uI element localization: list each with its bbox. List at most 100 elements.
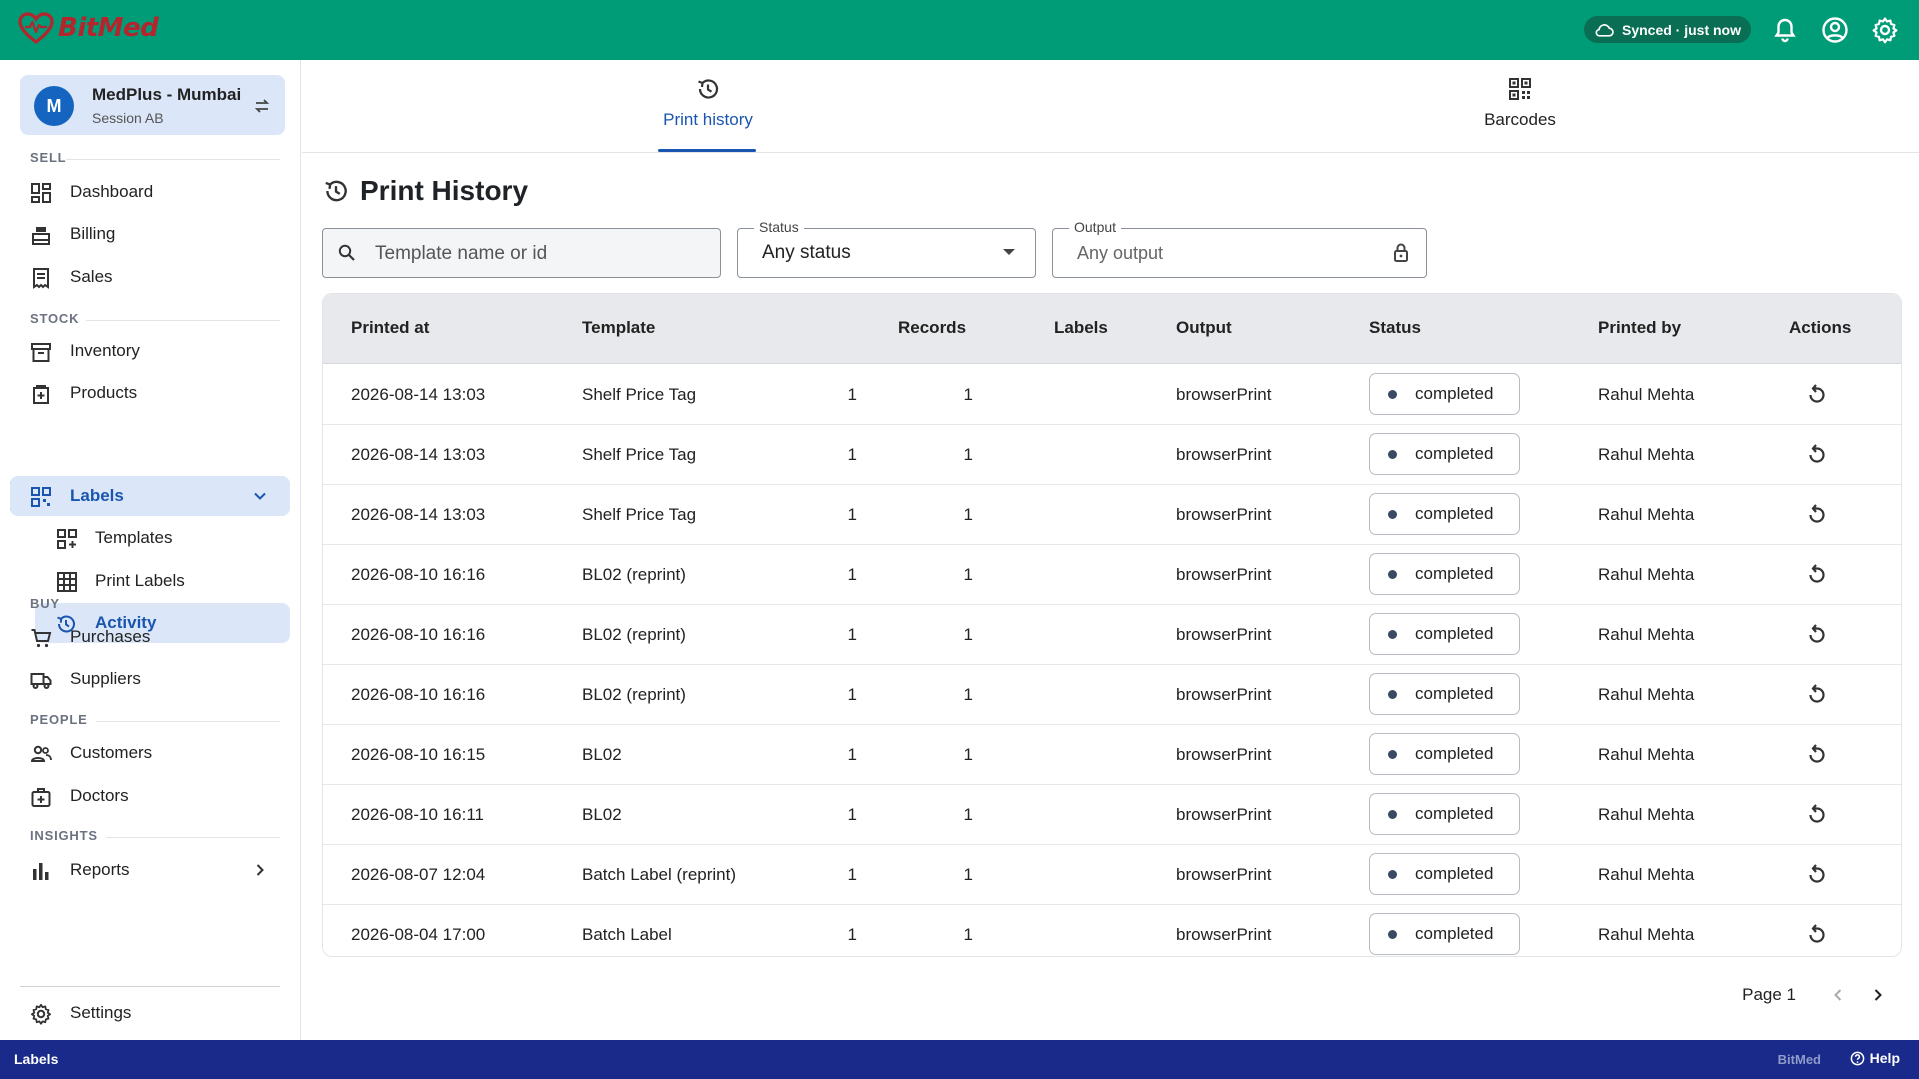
table-grid-icon — [57, 572, 77, 592]
section-divider — [86, 320, 280, 321]
sidebar-item-products[interactable]: Products — [10, 373, 290, 413]
reprint-button[interactable] — [1802, 499, 1832, 529]
column-header-printed-at[interactable]: Printed at — [351, 318, 429, 338]
cell-printed-at: 2026-08-10 16:15 — [351, 745, 486, 764]
cell-output: browserPrint — [1176, 685, 1272, 704]
sidebar-item-labels[interactable]: Labels — [10, 476, 290, 516]
bell-icon — [1774, 18, 1796, 43]
status-chip-label: completed — [1415, 624, 1494, 643]
reprint-button[interactable] — [1802, 859, 1832, 889]
settings-button[interactable] — [1870, 15, 1900, 45]
status-chip-label: completed — [1415, 564, 1494, 583]
app-logo[interactable]: BitMed — [18, 12, 159, 44]
column-header-records[interactable]: Records — [898, 318, 966, 338]
tab-barcodes[interactable]: Barcodes — [1470, 60, 1570, 152]
column-header-status[interactable]: Status — [1369, 318, 1421, 338]
status-chip: completed — [1369, 433, 1520, 475]
sync-status-badge[interactable]: Synced · just now — [1583, 16, 1751, 43]
heart-logo-icon — [18, 12, 54, 44]
previous-page-button[interactable] — [1818, 980, 1858, 1010]
page-title: Print History — [360, 175, 529, 206]
table-row[interactable]: 2026-08-10 16:16 BL02 (reprint) 1 1 browserP… — [323, 665, 1901, 725]
store-name: MedPlus - Mumbai — [92, 85, 242, 104]
cell-template: BL02 — [582, 745, 622, 764]
sidebar-item-label: Sales — [70, 267, 113, 286]
qr-code-icon — [31, 487, 51, 507]
notifications-button[interactable] — [1770, 15, 1800, 45]
cell-records: 1 — [847, 745, 857, 764]
status-dot — [1388, 449, 1397, 459]
reprint-button[interactable] — [1802, 739, 1832, 769]
column-header-template[interactable]: Template — [582, 318, 655, 338]
table-row[interactable]: 2026-08-04 17:00 Batch Label 1 1 browserPrin… — [323, 905, 1901, 956]
output-field[interactable]: Output Any output — [1052, 219, 1427, 278]
table-row[interactable]: 2026-08-10 16:16 BL02 (reprint) 1 1 browserP… — [323, 545, 1901, 605]
reprint-button[interactable] — [1802, 619, 1832, 649]
reprint-button[interactable] — [1802, 919, 1832, 949]
reprint-button[interactable] — [1802, 679, 1832, 709]
cell-printed-at: 2026-08-14 13:03 — [351, 505, 486, 524]
tab-print-history[interactable]: Print history — [658, 60, 758, 152]
table-row[interactable]: 2026-08-10 16:15 BL02 1 1 browserPrint comple… — [323, 725, 1901, 785]
caret-down-icon — [1003, 249, 1015, 255]
account-button[interactable] — [1820, 15, 1850, 45]
column-header-printed-by[interactable]: Printed by — [1598, 318, 1681, 338]
sidebar-item-purchases[interactable]: Purchases — [10, 617, 290, 657]
sidebar-item-settings[interactable]: Settings — [10, 993, 290, 1033]
column-header-labels[interactable]: Labels — [1054, 318, 1108, 338]
cell-printed-by: Rahul Mehta — [1598, 385, 1695, 404]
reprint-button[interactable] — [1802, 559, 1832, 589]
sidebar-item-reports[interactable]: Reports — [10, 850, 290, 890]
sidebar-item-dashboard[interactable]: Dashboard — [10, 172, 290, 212]
cell-labels: 1 — [963, 505, 973, 524]
status-chip: completed — [1369, 493, 1520, 535]
sidebar-item-templates[interactable]: Templates — [10, 518, 290, 558]
table-row[interactable]: 2026-08-14 13:03 Shelf Price Tag 1 1 browser… — [323, 425, 1901, 485]
store-switcher[interactable]: M MedPlus - Mumbai Session AB — [20, 75, 285, 135]
cell-template: Batch Label — [582, 925, 672, 944]
sidebar-item-sales[interactable]: Sales — [10, 257, 290, 297]
search-field[interactable] — [322, 228, 721, 278]
sidebar-item-inventory[interactable]: Inventory — [10, 331, 290, 371]
column-header-output[interactable]: Output — [1176, 318, 1232, 338]
table-row[interactable]: 2026-08-14 13:03 Shelf Price Tag 1 1 browser… — [323, 485, 1901, 545]
sidebar-item-label: Doctors — [70, 786, 129, 805]
sidebar-item-billing[interactable]: Billing — [10, 214, 290, 254]
search-input[interactable] — [375, 241, 705, 267]
reprint-button[interactable] — [1802, 799, 1832, 829]
lock-icon — [1394, 243, 1408, 262]
sidebar-item-customers[interactable]: Customers — [10, 733, 290, 773]
cell-printed-by: Rahul Mehta — [1598, 745, 1695, 764]
table-row[interactable]: 2026-08-10 16:16 BL02 (reprint) 1 1 browserP… — [323, 605, 1901, 665]
sidebar-item-label: Print Labels — [95, 571, 185, 590]
status-select[interactable]: Status Any status — [737, 219, 1036, 278]
cell-printed-by: Rahul Mehta — [1598, 565, 1695, 584]
section-divider — [66, 605, 280, 606]
help-button[interactable]: Help — [1850, 1050, 1900, 1066]
sidebar-item-doctors[interactable]: Doctors — [10, 776, 290, 816]
cell-output: browserPrint — [1176, 865, 1272, 884]
sidebar: M MedPlus - Mumbai Session AB SELL Dashb… — [0, 60, 301, 1040]
status-dot — [1388, 749, 1397, 759]
cell-printed-by: Rahul Mehta — [1598, 865, 1695, 884]
notifications-button[interactable] — [1443, 15, 1473, 45]
tab-label: Barcodes — [1484, 110, 1556, 129]
reprint-button[interactable] — [1802, 379, 1832, 409]
sidebar-item-label: Billing — [70, 224, 116, 243]
table-row[interactable]: 2026-08-10 16:11 BL02 1 1 browserPrint comple… — [323, 785, 1901, 845]
cell-printed-by: Rahul Mehta — [1598, 625, 1695, 644]
sidebar-item-label: Inventory — [70, 341, 140, 360]
cell-output: browserPrint — [1176, 625, 1272, 644]
sidebar-item-suppliers[interactable]: Suppliers — [10, 659, 290, 699]
next-page-button[interactable] — [1858, 980, 1898, 1010]
cloud-icon — [1595, 23, 1614, 37]
cell-printed-at: 2026-08-10 16:16 — [351, 625, 486, 644]
status-chip: completed — [1369, 673, 1520, 715]
reprint-button[interactable] — [1802, 439, 1832, 469]
table-row[interactable]: 2026-08-07 12:04 Batch Label (reprint) 1 1 b… — [323, 845, 1901, 905]
sidebar-item-label: Labels — [70, 486, 124, 505]
section-label-stock: STOCK — [30, 311, 80, 326]
cell-printed-at: 2026-08-14 13:03 — [351, 385, 486, 404]
sidebar-item-print-labels[interactable]: Print Labels — [10, 561, 290, 601]
table-row[interactable]: 2026-08-14 13:03 Shelf Price Tag 1 1 browser… — [323, 365, 1901, 425]
